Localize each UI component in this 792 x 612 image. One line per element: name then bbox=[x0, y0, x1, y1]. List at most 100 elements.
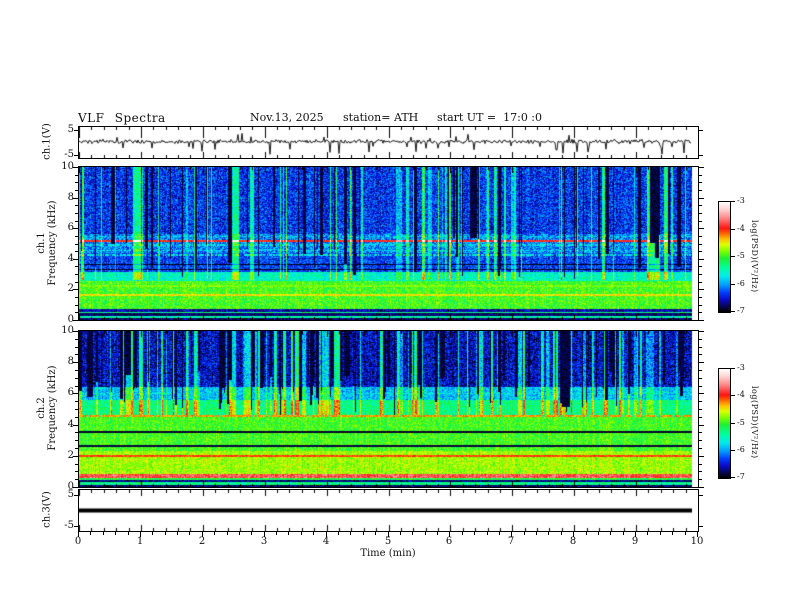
colorbar-tick-mark bbox=[731, 395, 735, 396]
freq-tick-mark bbox=[75, 479, 78, 480]
time-tick-mark bbox=[412, 532, 413, 535]
time-tick-label: 8 bbox=[569, 536, 577, 547]
time-tick-mark bbox=[672, 532, 673, 535]
freq-tick-mark bbox=[699, 282, 702, 283]
freq-tick-mark bbox=[699, 471, 702, 472]
freq-tick-mark bbox=[699, 320, 704, 321]
time-tick-label: 10 bbox=[690, 536, 704, 547]
colorbar-tick-mark bbox=[731, 256, 735, 257]
colorbar-tick-mark bbox=[731, 201, 735, 202]
freq-tick-mark bbox=[75, 378, 78, 379]
colorbar-tick-label: -6 bbox=[737, 445, 745, 454]
colorbar-tick-label: -6 bbox=[737, 279, 745, 288]
freq-tick-mark bbox=[75, 464, 78, 465]
frequency-label-line: Frequency (kHz) bbox=[47, 365, 58, 451]
time-tick-mark bbox=[214, 532, 215, 535]
freq-tick-label: 2 bbox=[67, 283, 74, 294]
freq-tick-label: 4 bbox=[67, 253, 74, 264]
freq-tick-mark bbox=[699, 205, 702, 206]
freq-tick-mark bbox=[699, 297, 702, 298]
freq-tick-label: 10 bbox=[61, 161, 74, 172]
volt-tick-mark bbox=[699, 526, 703, 527]
freq-tick-mark bbox=[75, 386, 78, 387]
ch2-label-line: ch.2 bbox=[36, 397, 47, 419]
freq-tick-mark bbox=[75, 221, 78, 222]
time-tick-mark bbox=[338, 532, 339, 535]
freq-tick-mark bbox=[75, 354, 78, 355]
time-tick-mark bbox=[165, 532, 166, 535]
colorbar-ch1 bbox=[718, 201, 731, 313]
time-tick-mark bbox=[363, 532, 364, 535]
time-tick-label: 2 bbox=[198, 536, 206, 547]
freq-tick-mark bbox=[699, 448, 702, 449]
time-tick-mark bbox=[561, 532, 562, 535]
freq-tick-mark bbox=[699, 198, 704, 199]
colorbar-tick-mark bbox=[731, 311, 735, 312]
panel-ch2-spectrogram bbox=[78, 330, 699, 488]
freq-tick-label: 6 bbox=[67, 387, 74, 398]
freq-tick-mark bbox=[699, 175, 702, 176]
time-tick-mark bbox=[586, 532, 587, 535]
time-tick-mark bbox=[350, 532, 351, 535]
time-tick-label: 6 bbox=[445, 536, 453, 547]
freq-tick-mark bbox=[75, 370, 78, 371]
time-tick-mark bbox=[623, 532, 624, 535]
time-tick-mark bbox=[437, 532, 438, 535]
freq-tick-mark bbox=[75, 182, 78, 183]
freq-tick-mark bbox=[699, 190, 702, 191]
header-station: station= ATH bbox=[343, 111, 419, 124]
freq-tick-mark bbox=[75, 347, 78, 348]
time-tick-label: 5 bbox=[384, 536, 392, 547]
time-tick-mark bbox=[276, 532, 277, 535]
time-tick-mark bbox=[128, 532, 129, 535]
volt-tick-label: -5 bbox=[64, 149, 74, 160]
time-tick-mark bbox=[647, 532, 648, 535]
time-tick-mark bbox=[524, 532, 525, 535]
freq-tick-mark bbox=[699, 440, 702, 441]
volt-tick-label: 5 bbox=[67, 124, 74, 135]
colorbar-ch2 bbox=[718, 368, 731, 479]
colorbar-tick-mark bbox=[731, 368, 735, 369]
panel-ch1-waveform bbox=[78, 126, 699, 159]
time-tick-label: 4 bbox=[322, 536, 330, 547]
freq-tick-mark bbox=[699, 228, 704, 229]
freq-tick-mark bbox=[699, 266, 702, 267]
freq-tick-mark bbox=[75, 282, 78, 283]
freq-tick-mark bbox=[75, 236, 78, 237]
frequency-label-line: Frequency (kHz) bbox=[47, 200, 58, 286]
volt-tick-label: -5 bbox=[64, 520, 74, 531]
freq-tick-mark bbox=[75, 205, 78, 206]
freq-tick-mark bbox=[699, 244, 702, 245]
freq-tick-mark bbox=[699, 479, 702, 480]
figure-title: VLF Spectra bbox=[78, 111, 166, 125]
freq-tick-mark bbox=[75, 401, 78, 402]
freq-tick-label: 2 bbox=[67, 450, 74, 461]
freq-tick-mark bbox=[75, 244, 78, 245]
ch2-spectrogram-image bbox=[79, 331, 698, 487]
volt-tick-mark bbox=[74, 130, 78, 131]
freq-tick-mark bbox=[699, 386, 702, 387]
panel-ch1-spectrogram bbox=[78, 166, 699, 321]
freq-tick-mark bbox=[699, 393, 704, 394]
colorbar-ch1-label: log(PSD)(V²/Hz) bbox=[750, 219, 759, 293]
colorbar-tick-label: -4 bbox=[737, 224, 745, 233]
ch3-waveform-trace bbox=[79, 490, 698, 531]
time-axis-label: Time (min) bbox=[360, 548, 416, 559]
colorbar-tick-label: -3 bbox=[737, 363, 745, 372]
colorbar-tick-label: -7 bbox=[737, 306, 745, 315]
volt-tick-mark bbox=[74, 526, 78, 527]
freq-tick-mark bbox=[699, 221, 702, 222]
ch1-label-line: ch.1 bbox=[36, 232, 47, 254]
freq-tick-mark bbox=[699, 425, 704, 426]
freq-tick-label: 6 bbox=[67, 222, 74, 233]
time-tick-mark bbox=[189, 532, 190, 535]
freq-tick-mark bbox=[75, 440, 78, 441]
colorbar-tick-label: -3 bbox=[737, 196, 745, 205]
time-tick-mark bbox=[487, 532, 488, 535]
freq-tick-mark bbox=[75, 190, 78, 191]
time-tick-label: 7 bbox=[507, 536, 515, 547]
time-tick-label: 0 bbox=[74, 536, 82, 547]
freq-tick-mark bbox=[75, 213, 78, 214]
colorbar-tick-label: -7 bbox=[737, 472, 745, 481]
freq-tick-mark bbox=[699, 213, 702, 214]
